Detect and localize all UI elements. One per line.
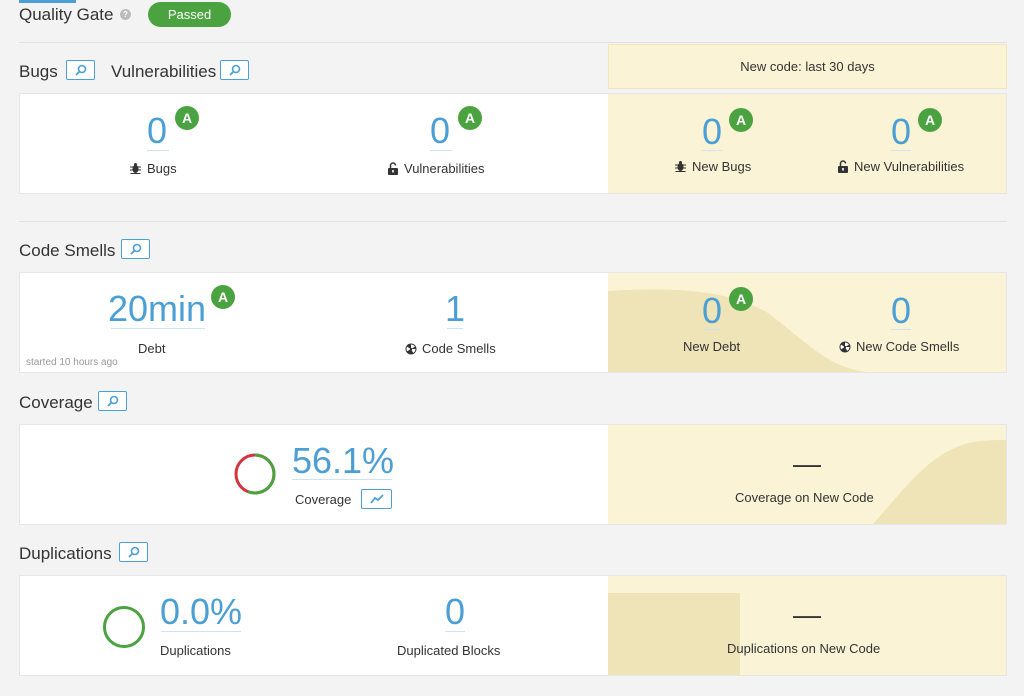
new-bugs-rating-badge[interactable]: A [729,108,753,132]
divider [19,221,1007,222]
value-underline [111,328,205,329]
vulnerabilities-value[interactable]: 0 [420,111,460,151]
new-duplications-label: Duplications on New Code [727,641,881,656]
duplicated-blocks-value[interactable]: 0 [435,592,475,632]
new-code-smells-metric-label: New Code Smells [839,339,959,354]
started-note: started 10 hours ago [26,357,118,368]
new-coverage-value[interactable]: — [787,448,827,480]
code-smells-value[interactable]: 1 [435,289,475,329]
leak-period-area [608,273,1006,372]
duplications-value[interactable]: 0.0% [155,592,247,632]
new-code-period-banner: New code: last 30 days [608,44,1007,89]
new-bugs-metric-label: New Bugs [674,159,751,174]
new-coverage-label: Coverage on New Code [735,490,874,505]
bugs-drilldown-button[interactable] [66,60,95,80]
unlock-icon [838,160,848,173]
new-vulnerabilities-rating-badge[interactable]: A [918,108,942,132]
bugs-metric-label: Bugs [129,161,177,176]
value-underline [445,631,465,632]
value-underline [702,329,722,330]
duplications-donut-icon [103,606,145,648]
vulnerabilities-label: Vulnerabilities [404,161,485,176]
value-underline [430,150,452,151]
coverage-value[interactable]: 56.1% [288,441,398,481]
new-debt-label: New Debt [683,339,741,354]
leak-period-area [608,94,1006,193]
smell-icon [405,343,417,355]
leak-period-chart [608,289,868,372]
value-underline [161,631,241,632]
value-underline [891,150,911,151]
new-bugs-value[interactable]: 0 [692,112,732,152]
vulnerabilities-section-title: Vulnerabilities [111,62,217,81]
duplications-drilldown-button[interactable] [119,542,148,562]
quality-gate-label: Quality Gate [19,5,114,24]
coverage-drilldown-button[interactable] [98,391,127,411]
smell-icon [839,341,851,353]
vulnerabilities-metric-label: Vulnerabilities [387,161,484,176]
code-smells-section-title: Code Smells [19,241,116,260]
new-bugs-label: New Bugs [692,159,752,174]
new-vulnerabilities-value[interactable]: 0 [881,112,921,152]
divider [19,42,1007,43]
new-vulnerabilities-label: New Vulnerabilities [854,159,965,174]
drilldown-icon [129,243,141,255]
value-underline [147,150,169,151]
drilldown-icon [74,64,86,76]
value-underline [891,329,911,330]
bugs-rating-badge[interactable]: A [175,106,199,130]
duplicated-blocks-label: Duplicated Blocks [397,643,501,658]
coverage-history-button[interactable] [361,489,392,509]
new-vulnerabilities-metric-label: New Vulnerabilities [837,159,964,174]
value-underline [702,150,722,151]
history-chart-icon [369,494,384,504]
bug-icon [130,163,141,174]
unlock-icon [388,162,398,175]
debt-value[interactable]: 20min [107,289,207,329]
drilldown-icon [106,395,118,407]
bugs-section-title: Bugs [19,62,58,81]
coverage-donut-icon [234,453,276,495]
value-underline [292,479,392,480]
new-code-smells-value[interactable]: 0 [881,291,921,331]
debt-rating-badge[interactable]: A [211,285,235,309]
bugs-label: Bugs [147,161,177,176]
code-smells-label: Code Smells [422,341,496,356]
help-icon[interactable]: ? [120,9,131,20]
new-code-smells-label: New Code Smells [856,339,960,354]
coverage-label: Coverage [295,492,352,507]
new-duplications-value[interactable]: — [787,599,827,631]
duplications-section-title: Duplications [19,544,112,563]
new-debt-value[interactable]: 0 [692,291,732,331]
duplications-label: Duplications [160,643,231,658]
bugs-value[interactable]: 0 [137,111,177,151]
coverage-section-title: Coverage [19,393,93,412]
drilldown-icon [127,546,139,558]
value-underline [447,328,463,329]
drilldown-icon [228,64,240,76]
code-smells-metric-label: Code Smells [405,341,496,356]
quality-gate-status-badge: Passed [148,2,231,27]
debt-label: Debt [138,341,166,356]
new-debt-rating-badge[interactable]: A [729,287,753,311]
code-smells-drilldown-button[interactable] [121,239,150,259]
top-accent-bar [19,0,76,3]
vulnerabilities-drilldown-button[interactable] [220,60,249,80]
vulnerabilities-rating-badge[interactable]: A [458,106,482,130]
bug-icon [675,161,686,172]
